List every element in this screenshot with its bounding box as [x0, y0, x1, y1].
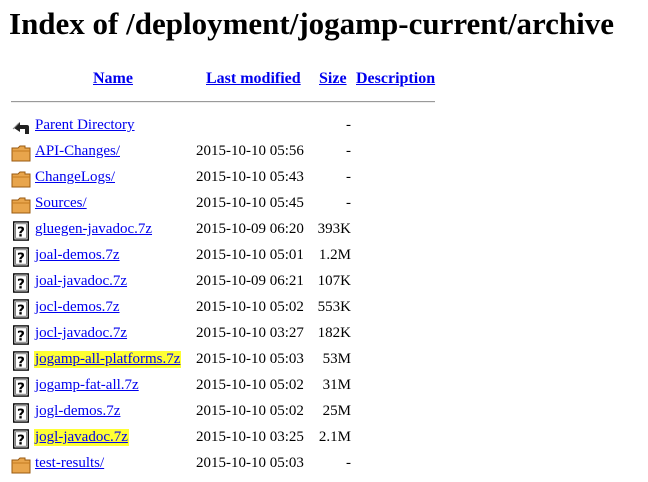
back-icon[interactable]: [11, 117, 31, 137]
entry-link[interactable]: gluegen-javadoc.7z: [35, 221, 152, 238]
entry-size: 53M: [322, 351, 351, 367]
listing-row: ? jogamp-fat-all.7z 2015-10-10 05:02 31M: [0, 375, 648, 399]
entry-size: 182K: [317, 325, 351, 341]
unknown-file-icon[interactable]: ?: [11, 299, 31, 319]
folder-icon[interactable]: [11, 169, 31, 189]
entry-modified: 2015-10-10 03:25: [196, 429, 304, 445]
entry-size: 25M: [322, 403, 351, 419]
unknown-file-icon[interactable]: ?: [11, 429, 31, 449]
unknown-file-icon[interactable]: ?: [11, 403, 31, 423]
entry-modified: 2015-10-10 05:03: [196, 351, 304, 367]
entry-size: -: [346, 143, 351, 159]
listing-row: Parent Directory -: [0, 115, 648, 139]
svg-text:?: ?: [17, 224, 25, 240]
svg-text:?: ?: [17, 354, 25, 370]
entry-link[interactable]: ChangeLogs/: [35, 169, 115, 186]
entry-link[interactable]: jogamp-fat-all.7z: [35, 377, 139, 394]
folder-icon[interactable]: [11, 143, 31, 163]
sort-by-description-link[interactable]: Description: [356, 70, 435, 88]
entry-modified: 2015-10-10 03:27: [196, 325, 304, 341]
listing-row: API-Changes/2015-10-10 05:56 -: [0, 141, 648, 165]
listing-row: ? jocl-demos.7z 2015-10-10 05:02 553K: [0, 297, 648, 321]
svg-text:?: ?: [17, 328, 25, 344]
entry-modified: 2015-10-10 05:02: [196, 377, 304, 393]
unknown-file-icon[interactable]: ?: [11, 351, 31, 371]
svg-text:?: ?: [17, 380, 25, 396]
entry-modified: 2015-10-10 05:56: [196, 143, 304, 159]
listing-row: ChangeLogs/2015-10-10 05:43 -: [0, 167, 648, 191]
listing-row: ? jogamp-all-platforms.7z 2015-10-10 05:03…: [0, 349, 648, 373]
entry-size: -: [346, 195, 351, 211]
entry-link[interactable]: joal-demos.7z: [35, 247, 120, 264]
entry-size: 31M: [322, 377, 351, 393]
unknown-file-icon[interactable]: ?: [11, 247, 31, 267]
listing-row: ? joal-javadoc.7z 2015-10-09 06:21 107K: [0, 271, 648, 295]
folder-icon[interactable]: [11, 195, 31, 215]
entry-link[interactable]: Parent Directory: [35, 117, 135, 134]
entry-size: -: [346, 455, 351, 471]
unknown-file-icon[interactable]: ?: [11, 377, 31, 397]
page-title: Index of /deployment/jogamp-current/arch…: [9, 6, 615, 41]
entry-size: 107K: [317, 273, 351, 289]
unknown-file-icon[interactable]: ?: [11, 325, 31, 345]
entry-size: -: [346, 169, 351, 185]
listing-row: ? joal-demos.7z 2015-10-10 05:01 1.2M: [0, 245, 648, 269]
entry-size: 553K: [317, 299, 351, 315]
entry-link[interactable]: jocl-demos.7z: [35, 299, 120, 316]
header-divider: [11, 101, 435, 103]
listing-row: ? jocl-javadoc.7z 2015-10-10 03:27 182K: [0, 323, 648, 347]
entry-modified: 2015-10-10 05:43: [196, 169, 304, 185]
sort-by-name-link[interactable]: Name: [93, 70, 133, 88]
entry-modified: 2015-10-10 05:03: [196, 455, 304, 471]
entry-modified: 2015-10-10 05:45: [196, 195, 304, 211]
entry-link[interactable]: jocl-javadoc.7z: [35, 325, 127, 342]
entry-modified: 2015-10-10 05:02: [196, 403, 304, 419]
entry-link[interactable]: API-Changes/: [35, 143, 120, 160]
listing-row: ? gluegen-javadoc.7z 2015-10-09 06:20 393K: [0, 219, 648, 243]
unknown-file-icon[interactable]: ?: [11, 273, 31, 293]
svg-text:?: ?: [17, 302, 25, 318]
svg-text:?: ?: [17, 432, 25, 448]
entry-size: 1.2M: [318, 247, 351, 263]
entry-modified: 2015-10-09 06:20: [196, 221, 304, 237]
entry-link[interactable]: jogamp-all-platforms.7z: [34, 351, 182, 368]
entry-link[interactable]: test-results/: [35, 455, 104, 472]
entry-link[interactable]: joal-javadoc.7z: [35, 273, 127, 290]
sort-by-last-modified-link[interactable]: Last modified: [206, 70, 301, 88]
entry-link[interactable]: jogl-javadoc.7z: [34, 429, 129, 446]
listing-row: Sources/2015-10-10 05:45 -: [0, 193, 648, 217]
unknown-file-icon[interactable]: ?: [11, 221, 31, 241]
svg-text:?: ?: [17, 250, 25, 266]
entry-size: -: [346, 117, 351, 133]
svg-text:?: ?: [17, 276, 25, 292]
entry-modified: 2015-10-10 05:02: [196, 299, 304, 315]
listing-row: ? jogl-demos.7z 2015-10-10 05:02 25M: [0, 401, 648, 425]
entry-modified: 2015-10-10 05:01: [196, 247, 304, 263]
entry-link[interactable]: Sources/: [35, 195, 87, 212]
listing-row: ? jogl-javadoc.7z 2015-10-10 03:25 2.1M: [0, 427, 648, 451]
listing-row: test-results/2015-10-10 05:03 -: [0, 453, 648, 477]
entry-link[interactable]: jogl-demos.7z: [35, 403, 120, 420]
entry-size: 2.1M: [318, 429, 351, 445]
folder-icon[interactable]: [11, 455, 31, 475]
svg-text:?: ?: [17, 406, 25, 422]
entry-modified: 2015-10-09 06:21: [196, 273, 304, 289]
entry-size: 393K: [317, 221, 351, 237]
sort-by-size-link[interactable]: Size: [319, 70, 347, 88]
